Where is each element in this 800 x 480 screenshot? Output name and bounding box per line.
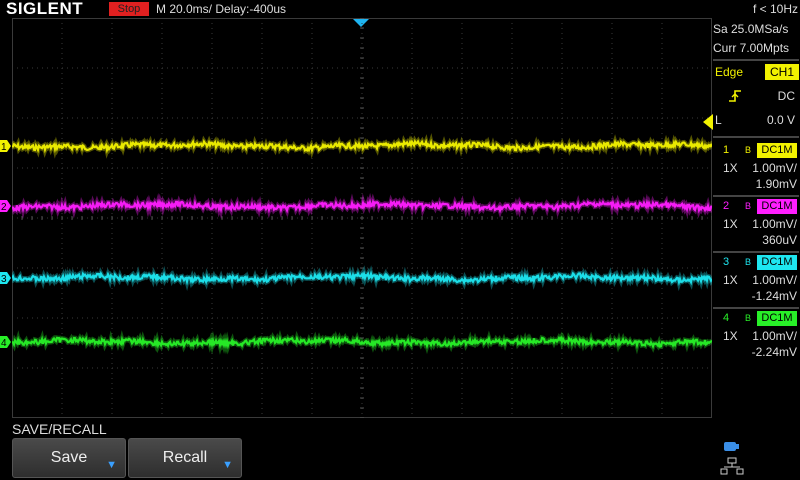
- channel-coupling-badge: DC1M: [757, 311, 797, 326]
- channel-coupling-badge: DC1M: [757, 143, 797, 158]
- vertical-scale: 1.00mV/: [752, 161, 797, 175]
- channel-1-trace-glow: [12, 133, 712, 159]
- save-button[interactable]: Save ▼: [12, 438, 126, 478]
- memory-depth: Curr 7.00Mpts: [713, 41, 790, 55]
- vertical-scale: 1.00mV/: [752, 273, 797, 287]
- run-stop-badge[interactable]: Stop: [109, 2, 149, 16]
- channel-4-offset-row: -2.24mV: [713, 345, 799, 360]
- trigger-type-label: Edge: [715, 65, 744, 79]
- channel-4-scale-row: 1X 1.00mV/: [713, 329, 799, 344]
- trigger-level-label: L: [715, 113, 722, 127]
- bandwidth-limit-icon: B: [745, 145, 752, 155]
- vertical-offset: 360uV: [762, 233, 797, 247]
- divider: [713, 136, 799, 138]
- trigger-coupling: DC: [777, 89, 795, 103]
- rising-edge-icon: [729, 90, 741, 102]
- channel-3-marker[interactable]: 3: [0, 272, 11, 285]
- bandwidth-limit-icon: B: [745, 313, 752, 323]
- channel-coupling-badge: DC1M: [757, 199, 797, 214]
- chevron-down-icon: ▼: [222, 459, 233, 471]
- channel-1-marker[interactable]: 1: [0, 140, 11, 153]
- divider: [713, 59, 799, 61]
- channel-marker-label: 3: [1, 274, 7, 285]
- channel-1-offset-row: 1.90mV: [713, 177, 799, 192]
- vertical-scale: 1.00mV/: [752, 329, 797, 343]
- channel-1-scale-row: 1X 1.00mV/: [713, 161, 799, 176]
- channel-3-scale-row: 1X 1.00mV/: [713, 273, 799, 288]
- channel-2-trace-glow: [12, 192, 712, 220]
- trigger-level-row: L 0.0 V: [713, 113, 799, 131]
- channel-2-header[interactable]: 2 B DC1M: [713, 199, 799, 214]
- frequency-readout: f < 10Hz: [752, 2, 798, 16]
- recall-button-label: Recall: [162, 449, 208, 466]
- channel-number: 1: [723, 144, 730, 156]
- channel-4-trace-glow: [12, 329, 712, 355]
- channel-2-marker[interactable]: 2: [0, 200, 11, 213]
- channel-4-marker[interactable]: 4: [0, 336, 11, 349]
- channel-4-header[interactable]: 4 B DC1M: [713, 311, 799, 326]
- channel-coupling-badge: DC1M: [757, 255, 797, 270]
- recall-button[interactable]: Recall ▼: [128, 438, 242, 478]
- probe-ratio: 1X: [723, 161, 738, 175]
- waveform-display[interactable]: [12, 18, 712, 418]
- chevron-down-icon: ▼: [106, 459, 117, 471]
- brand-logo: SIGLENT: [6, 0, 84, 18]
- network-status-icon[interactable]: [718, 438, 748, 478]
- trigger-level-icon[interactable]: [703, 114, 713, 130]
- channel-number: 3: [723, 256, 730, 268]
- timebase-readout[interactable]: M 20.0ms/ Delay:-400us: [156, 0, 286, 18]
- probe-ratio: 1X: [723, 329, 738, 343]
- menu-title: SAVE/RECALL: [12, 421, 107, 437]
- channel-number: 2: [723, 200, 730, 212]
- sample-rate: Sa 25.0MSa/s: [713, 22, 789, 36]
- channel-markers: 1 2 3 4: [0, 140, 11, 349]
- channel-3-offset-row: -1.24mV: [713, 289, 799, 304]
- probe-ratio: 1X: [723, 273, 738, 287]
- vertical-offset: 1.90mV: [755, 177, 797, 191]
- channel-2-scale-row: 1X 1.00mV/: [713, 217, 799, 232]
- vertical-offset: -1.24mV: [751, 289, 797, 303]
- probe-ratio: 1X: [723, 217, 738, 231]
- trigger-level-value: 0.0 V: [766, 113, 795, 127]
- trigger-source-badge: CH1: [765, 64, 799, 80]
- channel-1-header[interactable]: 1 B DC1M: [713, 143, 799, 158]
- trigger-slope-row: DC: [713, 87, 799, 105]
- channel-3-trace-glow: [12, 265, 712, 292]
- channel-marker-label: 2: [1, 202, 7, 213]
- channel-marker-label: 1: [1, 142, 7, 153]
- divider: [713, 307, 799, 309]
- vertical-offset: -2.24mV: [751, 345, 797, 359]
- channel-3-header[interactable]: 3 B DC1M: [713, 255, 799, 270]
- trigger-panel[interactable]: Edge CH1: [713, 64, 799, 81]
- divider: [713, 251, 799, 253]
- bandwidth-limit-icon: B: [745, 257, 752, 267]
- channel-marker-label: 4: [1, 338, 7, 349]
- bandwidth-limit-icon: B: [745, 201, 752, 211]
- channel-number: 4: [723, 312, 730, 324]
- vertical-scale: 1.00mV/: [752, 217, 797, 231]
- channel-2-offset-row: 360uV: [713, 233, 799, 248]
- divider: [713, 195, 799, 197]
- save-button-label: Save: [50, 449, 88, 466]
